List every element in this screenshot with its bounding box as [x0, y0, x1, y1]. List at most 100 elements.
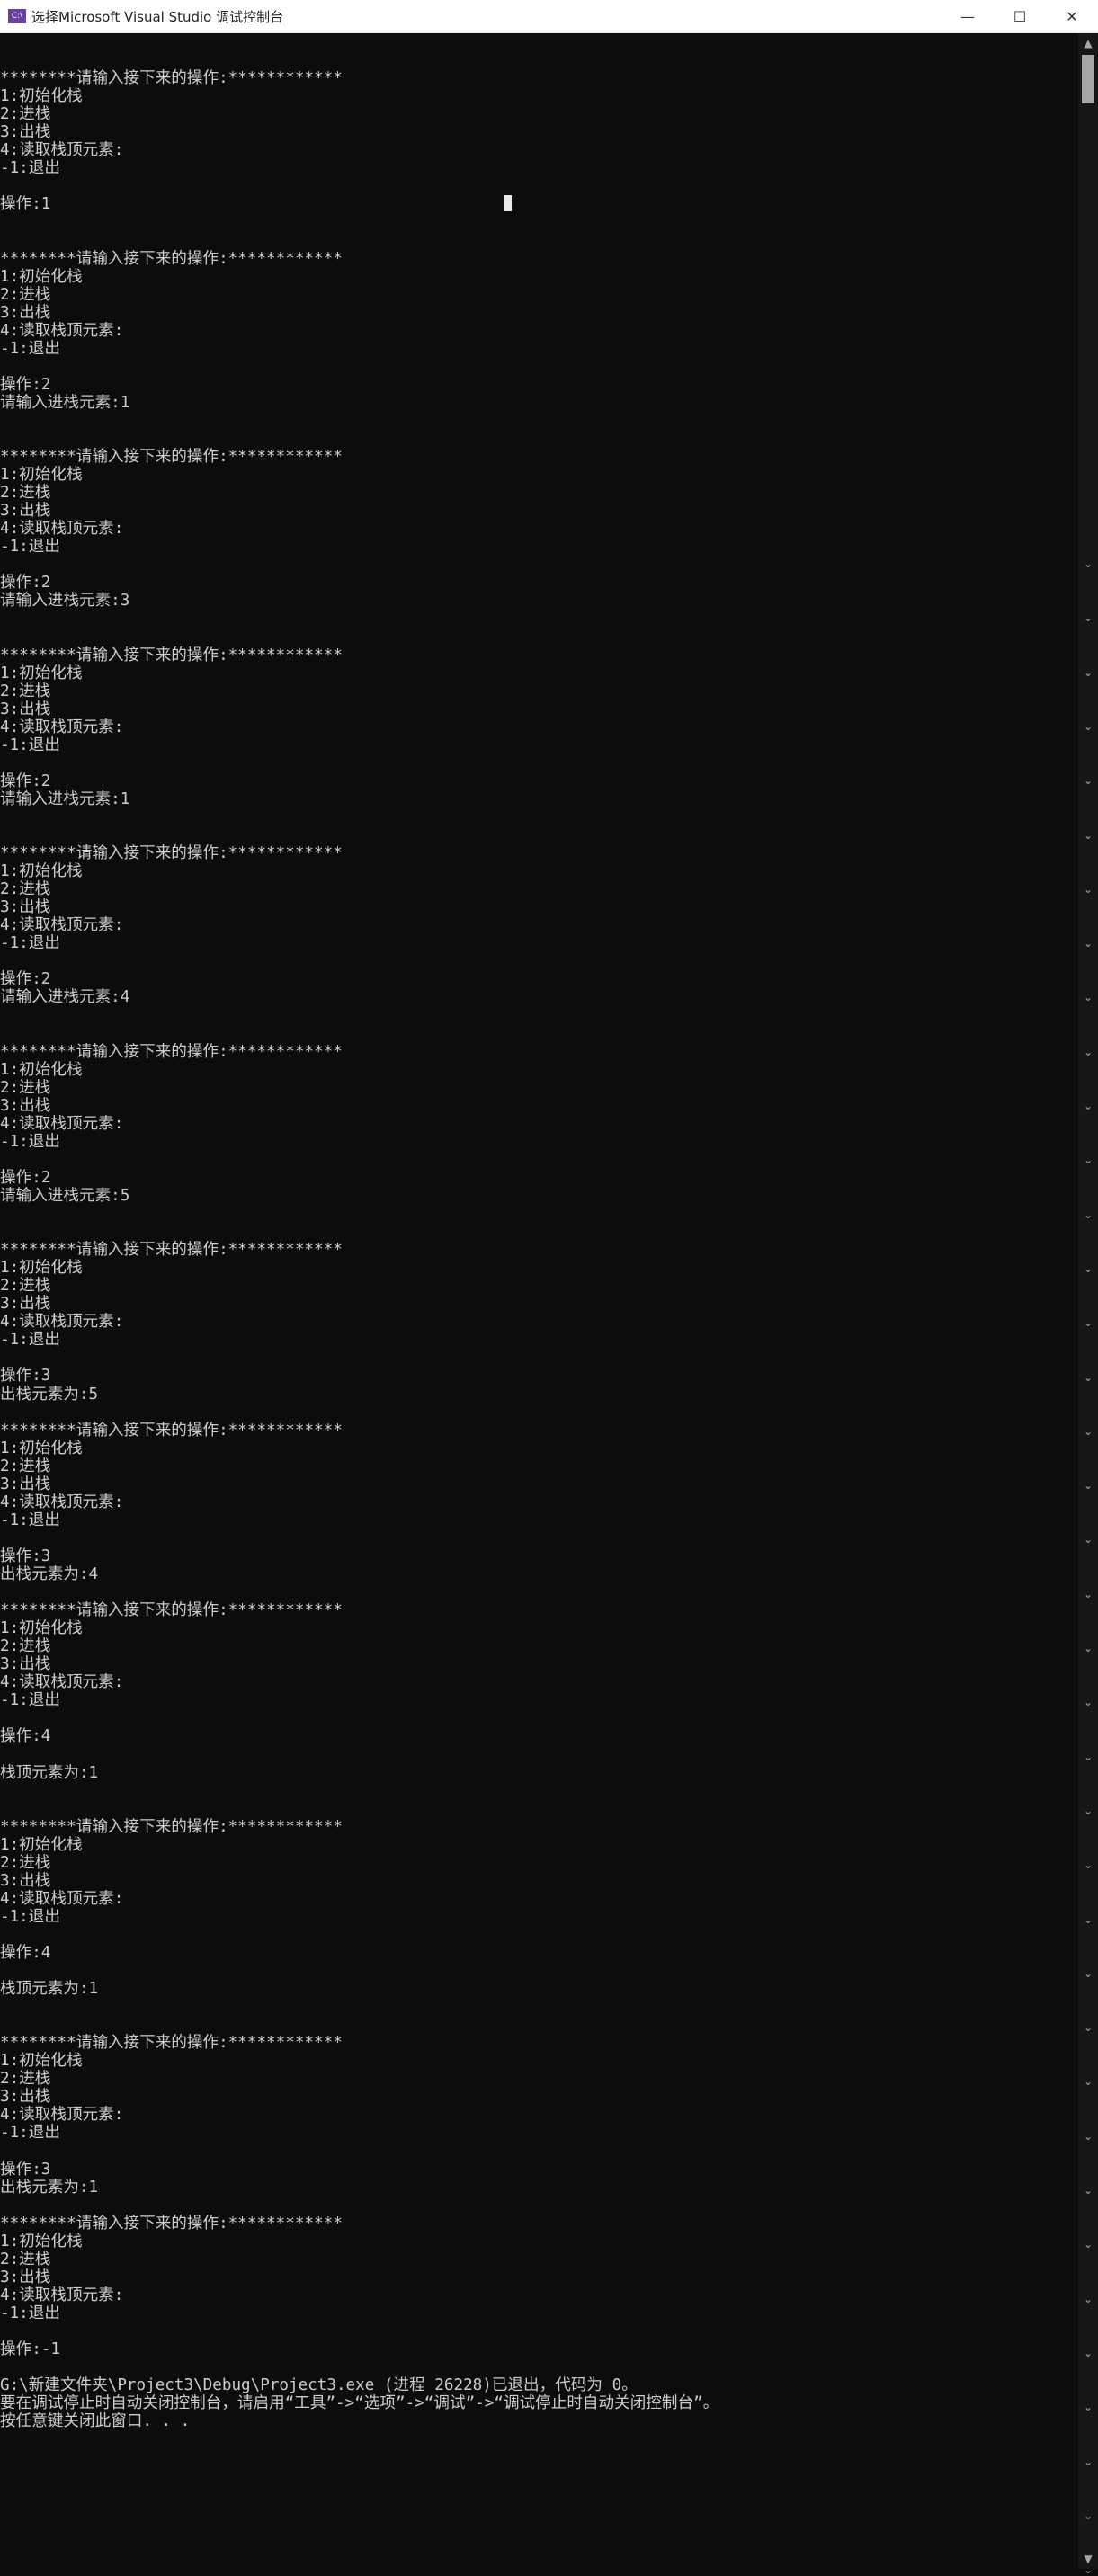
- console-line: 2:进栈: [0, 880, 51, 899]
- console-line: 2:进栈: [0, 2250, 51, 2268]
- console-line: ********请输入接下来的操作:************: [0, 1042, 343, 1061]
- console-line: -1:退出: [0, 1691, 60, 1710]
- scroll-marker-icon: ⌄: [1083, 2238, 1094, 2251]
- console-line: 1:初始化栈: [0, 87, 83, 106]
- console-line: 操作:4: [0, 1943, 51, 1962]
- console-line: -1:退出: [0, 1331, 60, 1350]
- console-line: 3:出栈: [0, 1871, 51, 1890]
- scroll-marker-icon: ⌄: [1083, 774, 1094, 788]
- console-line: 4:读取栈顶元素:: [0, 1313, 124, 1332]
- console-line: 1:初始化栈: [0, 466, 83, 485]
- console-line: 2:进栈: [0, 1457, 51, 1475]
- scroll-marker-icon: ⌄: [1083, 1912, 1094, 1926]
- scroll-marker-icon: ⌄: [1083, 1316, 1094, 1330]
- scroll-marker-icon: ⌄: [1083, 828, 1094, 842]
- console-line: 2:进栈: [0, 285, 51, 304]
- console-line: 出栈元素为:1: [0, 2178, 99, 2197]
- console-window: C:\ 选择Microsoft Visual Studio 调试控制台 — ☐ …: [0, 0, 1098, 2576]
- maximize-button[interactable]: ☐: [994, 0, 1046, 32]
- close-button[interactable]: ✕: [1046, 0, 1098, 32]
- console-line: 栈顶元素为:1: [0, 1980, 99, 1999]
- console-line: 1:初始化栈: [0, 2232, 83, 2251]
- minimize-button[interactable]: —: [942, 0, 994, 32]
- scroll-marker-icon: ⌄: [1083, 2075, 1094, 2089]
- scroll-marker-icon: ⌄: [1083, 882, 1094, 896]
- console-line: 2:进栈: [0, 105, 51, 124]
- scroll-marker-icon: ⌄: [1083, 665, 1094, 679]
- scroll-marker-icon: ⌄: [1083, 2184, 1094, 2197]
- console-line: 3:出栈: [0, 700, 51, 718]
- console-line: -1:退出: [0, 2124, 60, 2143]
- console-line: -1:退出: [0, 159, 60, 178]
- console-line: 4:读取栈顶元素:: [0, 2106, 124, 2125]
- console-line: 操作:3: [0, 1546, 51, 1565]
- console-line: 4:读取栈顶元素:: [0, 1889, 124, 1908]
- console-line: 3:出栈: [0, 1295, 51, 1314]
- scroll-up-arrow-icon[interactable]: ▲: [1078, 37, 1098, 49]
- console-line: 1:初始化栈: [0, 1439, 83, 1457]
- console-line: 3:出栈: [0, 2088, 51, 2107]
- console-line: 4:读取栈顶元素:: [0, 1673, 124, 1692]
- console-line: 4:读取栈顶元素:: [0, 141, 124, 160]
- console-line: 操作:3: [0, 2160, 51, 2179]
- console-line: 栈顶元素为:1: [0, 1763, 99, 1782]
- console-line: ********请输入接下来的操作:************: [0, 69, 343, 88]
- vertical-scrollbar[interactable]: ▲ ⌄ ⌄ ⌄ ⌄ ⌄ ⌄ ⌄ ⌄ ⌄ ⌄ ⌄ ⌄ ⌄ ⌄ ⌄ ⌄ ⌄ ⌄ ⌄ ⌄ ⌄ ⌄ ⌄ ⌄ ⌄ ⌄ ⌄ ⌄ ⌄ ⌄ ⌄ ⌄ ⌄ ⌄ ⌄ ⌄ ⌄ ⌄…: [1078, 33, 1098, 2576]
- console-line: -1:退出: [0, 934, 60, 953]
- console-line: ********请输入接下来的操作:************: [0, 1241, 343, 1260]
- scroll-marker-icon: ⌄: [1083, 1858, 1094, 1872]
- console-line: G:\新建文件夹\Project3\Debug\Project3.exe (进程…: [0, 2376, 638, 2395]
- console-line: 操作:3: [0, 1367, 51, 1386]
- scroll-marker-icon: ⌄: [1083, 2563, 1094, 2576]
- scroll-marker-icon: ⌄: [1083, 2021, 1094, 2035]
- text-cursor: [504, 195, 512, 211]
- console-line: -1:退出: [0, 339, 60, 358]
- console-line: 2:进栈: [0, 484, 51, 503]
- console-line: ********请输入接下来的操作:************: [0, 2034, 343, 2053]
- scroll-marker-icon: ⌄: [1083, 1045, 1094, 1058]
- scroll-marker-icon: ⌄: [1083, 2346, 1094, 2359]
- console-line: 操作:-1: [0, 2340, 60, 2358]
- scroll-marker-icon: ⌄: [1083, 1208, 1094, 1221]
- scroll-marker-icon: ⌄: [1083, 1154, 1094, 1167]
- scroll-marker-icon: ⌄: [1083, 611, 1094, 625]
- scroll-marker-icon: ⌄: [1083, 2509, 1094, 2522]
- scroll-marker-icon: ⌄: [1083, 1696, 1094, 1709]
- console-line: 3:出栈: [0, 2268, 51, 2286]
- scroll-marker-icon: ⌄: [1083, 937, 1094, 950]
- scroll-thumb[interactable]: [1082, 55, 1094, 103]
- console-line: -1:退出: [0, 1132, 60, 1151]
- console-line: 请输入进栈元素:1: [0, 789, 130, 808]
- scroll-marker-icon: ⌄: [1083, 1533, 1094, 1546]
- console-app-icon: C:\: [8, 9, 26, 23]
- scroll-down-arrow-icon[interactable]: ▼: [1078, 2553, 1098, 2565]
- console-line: 4:读取栈顶元素:: [0, 1114, 124, 1133]
- console-line: 2:进栈: [0, 682, 51, 700]
- console-output[interactable]: ********请输入接下来的操作:************ 1:初始化栈 2:进栈…: [0, 33, 1078, 2569]
- window-title: 选择Microsoft Visual Studio 调试控制台: [31, 8, 284, 25]
- console-line: 请输入进栈元素:3: [0, 592, 130, 611]
- console-line: 1:初始化栈: [0, 267, 83, 286]
- title-bar[interactable]: C:\ 选择Microsoft Visual Studio 调试控制台 — ☐ …: [0, 0, 1098, 33]
- console-line: 出栈元素为:4: [0, 1564, 99, 1583]
- console-line: 操作:2: [0, 1168, 51, 1187]
- console-line: 1:初始化栈: [0, 1619, 83, 1638]
- console-line: -1:退出: [0, 1907, 60, 1926]
